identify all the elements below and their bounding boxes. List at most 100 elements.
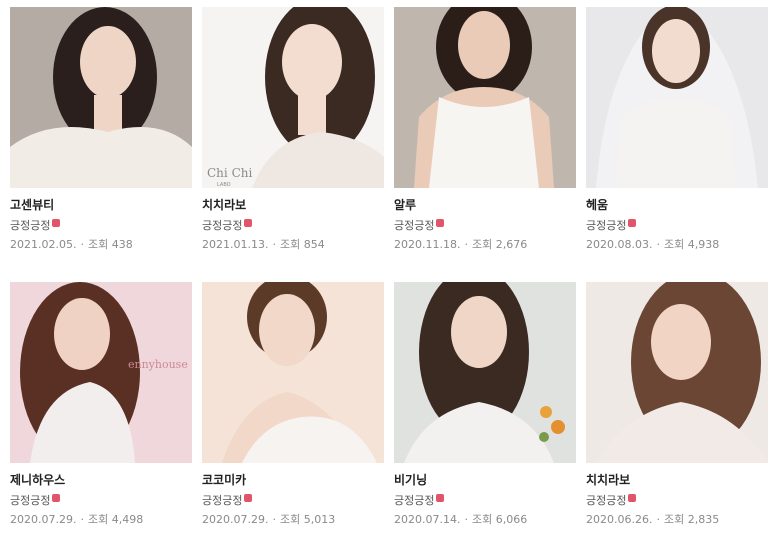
post-card[interactable]: ennyhouse 제니하우스 긍정긍정 2020.07.29. · 조회 4,49… [10,282,192,527]
meta-separator: · [464,513,468,526]
post-thumbnail[interactable]: ennyhouse [10,282,192,463]
post-meta: 2020.11.18. · 조회 2,676 [394,238,576,252]
post-date: 2020.11.18. [394,238,461,251]
post-author[interactable]: 긍정긍정 [394,219,576,233]
author-name: 긍정긍정 [586,494,627,507]
views-count: 6,066 [495,513,528,526]
views-count: 4,938 [687,238,720,251]
meta-separator: · [656,513,660,526]
face-shape [80,26,136,98]
views-count: 2,676 [495,238,528,251]
post-thumbnail[interactable] [202,282,384,463]
views-label: 조회 [471,238,493,251]
post-author[interactable]: 긍정긍정 [202,494,384,508]
post-meta: 2021.02.05. · 조회 438 [10,238,192,252]
post-card[interactable]: 코코미카 긍정긍정 2020.07.29. · 조회 5,013 [202,282,384,527]
post-card[interactable]: 고센뷰티 긍정긍정 2021.02.05. · 조회 438 [10,7,192,252]
brand-logo-line2: LABO [217,182,231,188]
views-label: 조회 [87,238,109,251]
post-title[interactable]: 비기닝 [394,472,576,488]
thumbnail-image [394,7,576,188]
thumbnail-image [586,282,768,463]
post-card[interactable]: 비기닝 긍정긍정 2020.07.14. · 조회 6,066 [394,282,576,527]
post-thumbnail[interactable]: Chi Chi LABO [202,7,384,188]
post-card[interactable]: Chi Chi LABO 치치라보 긍정긍정 2021.01.13. · 조회 85… [202,7,384,252]
post-meta: 2020.07.29. · 조회 4,498 [10,513,192,527]
post-card[interactable]: 알루 긍정긍정 2020.11.18. · 조회 2,676 [394,7,576,252]
dress-shape [429,97,539,188]
views-count: 854 [303,238,325,251]
author-name: 긍정긍정 [394,494,435,507]
post-date: 2020.07.29. [202,513,269,526]
post-author[interactable]: 긍정긍정 [586,219,768,233]
post-date: 2020.06.26. [586,513,653,526]
post-thumbnail[interactable] [394,7,576,188]
face-shape [651,304,711,380]
face-shape [54,298,110,370]
post-title[interactable]: 고센뷰티 [10,197,192,213]
post-meta: 2020.06.26. · 조회 2,835 [586,513,768,527]
bouquet-flower-icon [551,420,565,434]
new-badge-icon [628,219,637,227]
new-badge-icon [244,219,253,227]
post-title[interactable]: 치치라보 [202,197,384,213]
post-date: 2021.02.05. [10,238,77,251]
face-shape [458,11,510,79]
bouquet-flower-icon [540,406,552,418]
new-badge-icon [436,494,445,502]
thumbnail-image: Chi Chi LABO [202,7,384,188]
post-author[interactable]: 긍정긍정 [394,494,576,508]
meta-separator: · [464,238,468,251]
post-meta: 2020.08.03. · 조회 4,938 [586,238,768,252]
post-thumbnail[interactable] [586,7,768,188]
author-name: 긍정긍정 [202,494,243,507]
face-shape [282,24,342,100]
views-label: 조회 [471,513,493,526]
views-label: 조회 [87,513,109,526]
face-shape [451,296,507,368]
post-meta: 2020.07.29. · 조회 5,013 [202,513,384,527]
post-title[interactable]: 코코미카 [202,472,384,488]
face-shape [652,19,700,83]
thumbnail-image [202,282,384,463]
post-meta: 2020.07.14. · 조회 6,066 [394,513,576,527]
thumbnail-image [10,7,192,188]
thumbnail-image [394,282,576,463]
meta-separator: · [80,238,84,251]
post-author[interactable]: 긍정긍정 [202,219,384,233]
brand-logo: ennyhouse [128,358,188,371]
post-title[interactable]: 제니하우스 [10,472,192,488]
neck-shape [298,95,326,135]
post-meta: 2021.01.13. · 조회 854 [202,238,384,252]
post-author[interactable]: 긍정긍정 [10,494,192,508]
post-author[interactable]: 긍정긍정 [10,219,192,233]
views-label: 조회 [663,238,685,251]
views-count: 2,835 [687,513,720,526]
meta-separator: · [80,513,84,526]
author-name: 긍정긍정 [586,219,627,232]
post-author[interactable]: 긍정긍정 [586,494,768,508]
post-title[interactable]: 알루 [394,197,576,213]
brand-logo-line1: Chi Chi [207,166,252,180]
dress-shape [616,98,736,188]
meta-separator: · [272,238,276,251]
face-shape [259,294,315,366]
new-badge-icon [52,494,61,502]
post-thumbnail[interactable] [394,282,576,463]
dress-shape [10,127,192,188]
post-grid: 고센뷰티 긍정긍정 2021.02.05. · 조회 438 Chi Chi LAB… [0,0,773,533]
thumbnail-image: ennyhouse [10,282,192,463]
post-card[interactable]: 헤움 긍정긍정 2020.08.03. · 조회 4,938 [586,7,768,252]
post-thumbnail[interactable] [10,7,192,188]
bouquet-leaf-icon [539,432,549,442]
post-thumbnail[interactable] [586,282,768,463]
post-title[interactable]: 치치라보 [586,472,768,488]
views-count: 5,013 [303,513,336,526]
views-label: 조회 [663,513,685,526]
post-card[interactable]: 치치라보 긍정긍정 2020.06.26. · 조회 2,835 [586,282,768,527]
meta-separator: · [272,513,276,526]
post-title[interactable]: 헤움 [586,197,768,213]
author-name: 긍정긍정 [394,219,435,232]
new-badge-icon [436,219,445,227]
views-label: 조회 [279,238,301,251]
